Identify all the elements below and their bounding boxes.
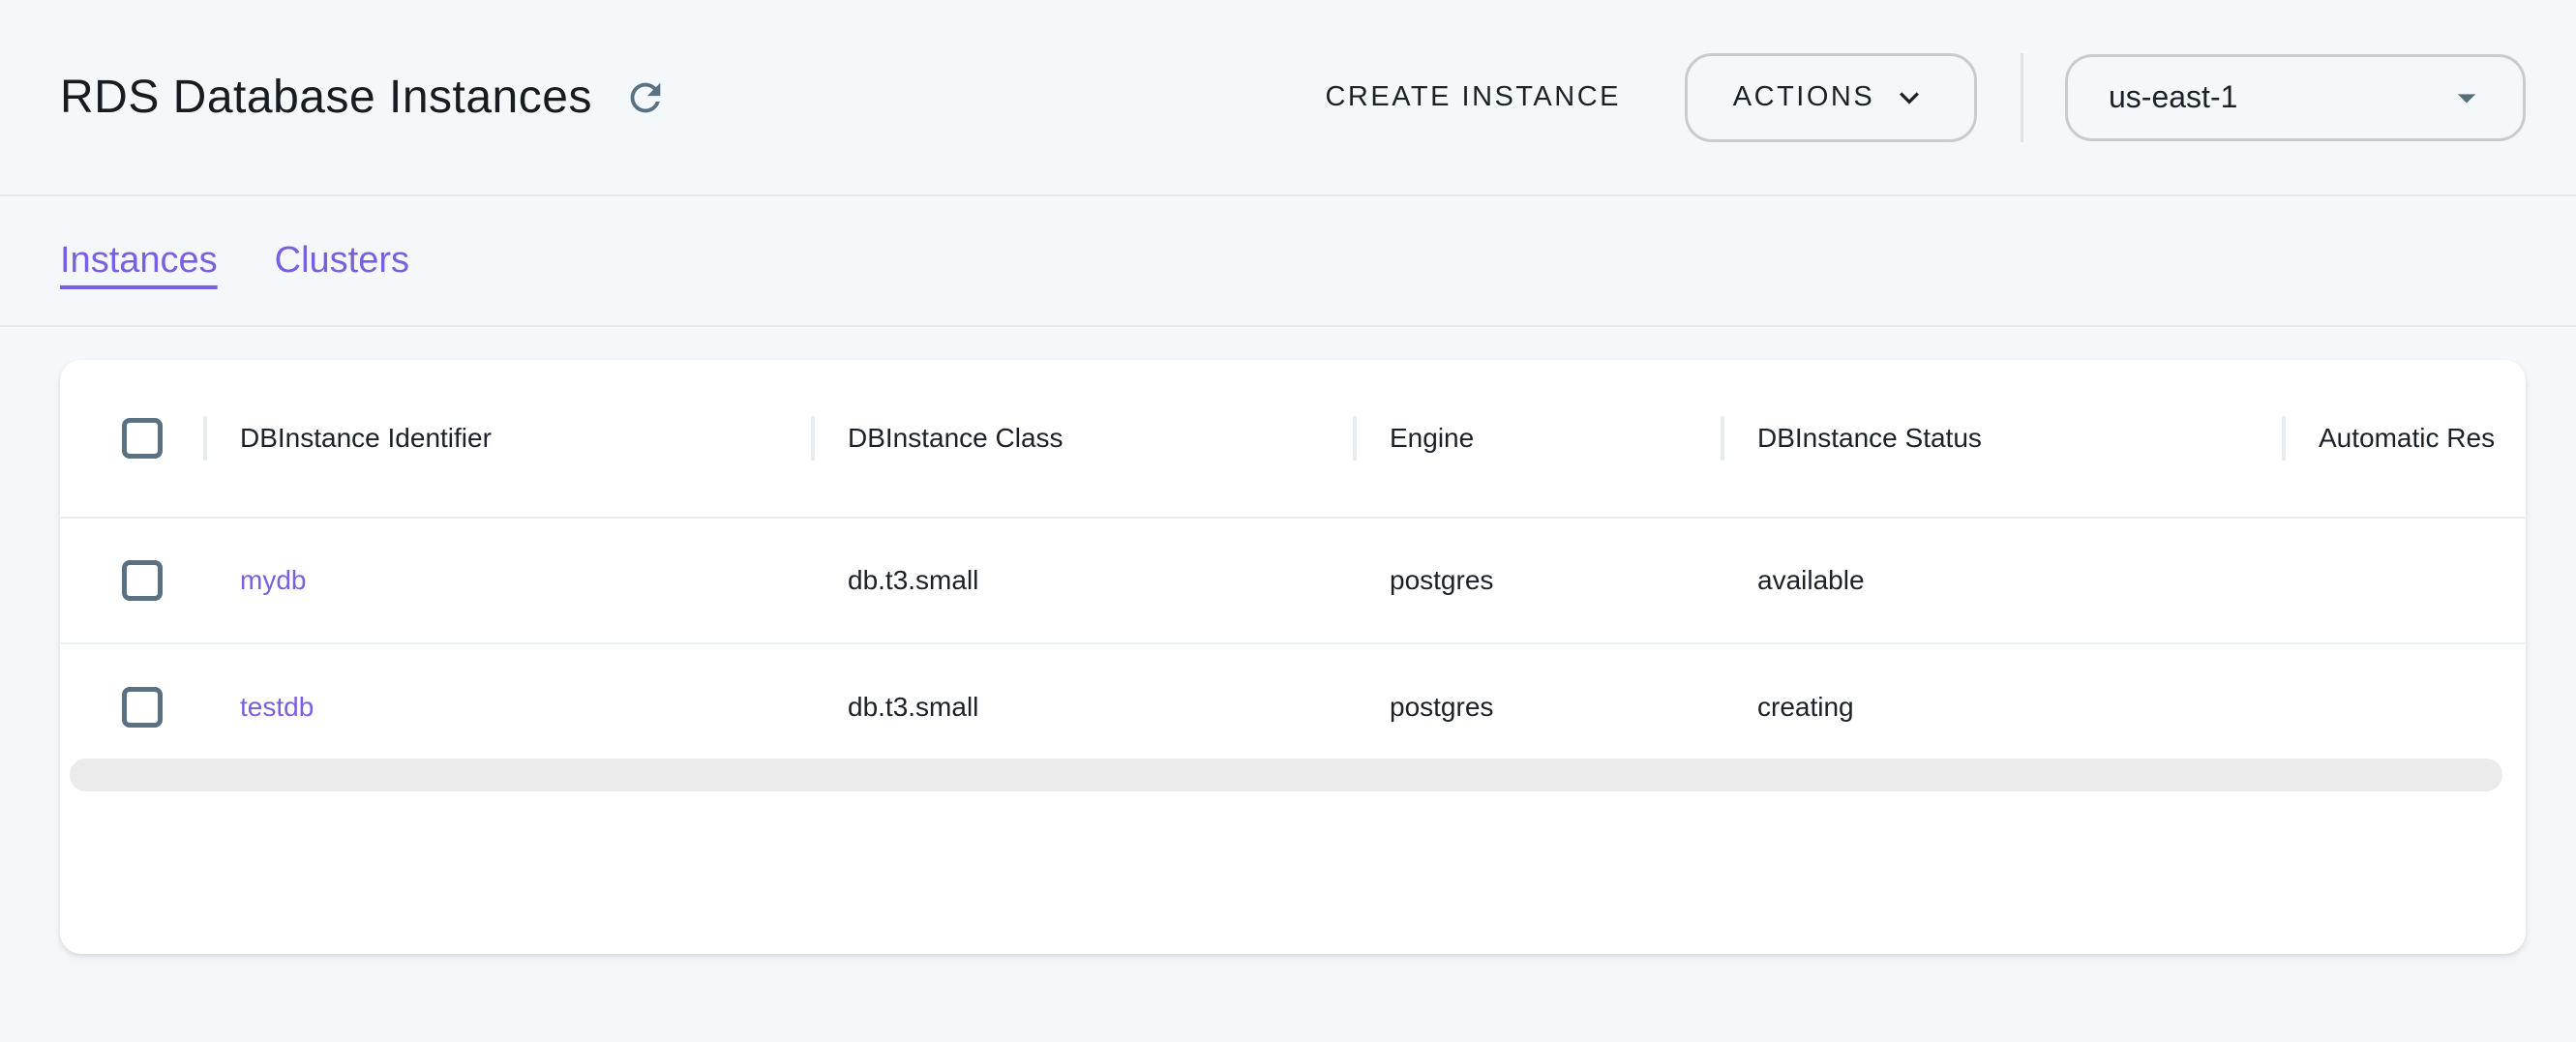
table-row: testdb db.t3.small postgres creating <box>60 644 2526 770</box>
cell-engine: postgres <box>1353 692 1721 723</box>
region-selector-value: us-east-1 <box>2109 79 2445 115</box>
row-checkbox[interactable] <box>122 560 163 601</box>
instance-link[interactable]: testdb <box>203 692 314 723</box>
column-header-automatic: Automatic Res <box>2282 416 2526 461</box>
cell-class: db.t3.small <box>811 692 1353 723</box>
tab-clusters[interactable]: Clusters <box>275 240 409 282</box>
instances-table-card: DBInstance Identifier DBInstance Class E… <box>60 360 2526 954</box>
rds-instances-page: RDS Database Instances CREATE INSTANCE A… <box>0 0 2576 1042</box>
row-checkbox[interactable] <box>122 687 163 728</box>
cell-identifier: mydb <box>203 565 811 596</box>
create-instance-button[interactable]: CREATE INSTANCE <box>1315 62 1631 133</box>
chevron-down-icon <box>1890 78 1929 117</box>
arrow-drop-down-icon <box>2445 76 2488 119</box>
column-header-status: DBInstance Status <box>1721 416 2282 461</box>
header-divider <box>2021 53 2023 142</box>
cell-engine: postgres <box>1353 565 1721 596</box>
row-checkbox-cell <box>60 560 203 601</box>
column-header-class: DBInstance Class <box>811 416 1353 461</box>
cell-status: available <box>1721 565 2282 596</box>
cell-identifier: testdb <box>203 692 811 723</box>
refresh-button[interactable] <box>621 74 670 122</box>
page-header: RDS Database Instances CREATE INSTANCE A… <box>0 0 2576 196</box>
header-checkbox-cell <box>60 418 203 459</box>
page-title: RDS Database Instances <box>60 71 592 124</box>
actions-button-label: ACTIONS <box>1733 81 1874 113</box>
refresh-icon <box>623 75 668 120</box>
region-selector[interactable]: us-east-1 <box>2065 54 2526 141</box>
select-all-checkbox[interactable] <box>122 418 163 459</box>
actions-button[interactable]: ACTIONS <box>1685 53 1977 142</box>
instance-link[interactable]: mydb <box>203 565 306 596</box>
table-row: mydb db.t3.small postgres available <box>60 519 2526 644</box>
cell-class: db.t3.small <box>811 565 1353 596</box>
row-checkbox-cell <box>60 687 203 728</box>
column-header-engine: Engine <box>1353 416 1721 461</box>
tab-bar: Instances Clusters <box>0 196 2576 327</box>
column-header-identifier: DBInstance Identifier <box>203 416 811 461</box>
table-header-row: DBInstance Identifier DBInstance Class E… <box>60 360 2526 519</box>
cell-status: creating <box>1721 692 2282 723</box>
tab-instances[interactable]: Instances <box>60 240 218 282</box>
horizontal-scrollbar[interactable] <box>70 759 2502 791</box>
